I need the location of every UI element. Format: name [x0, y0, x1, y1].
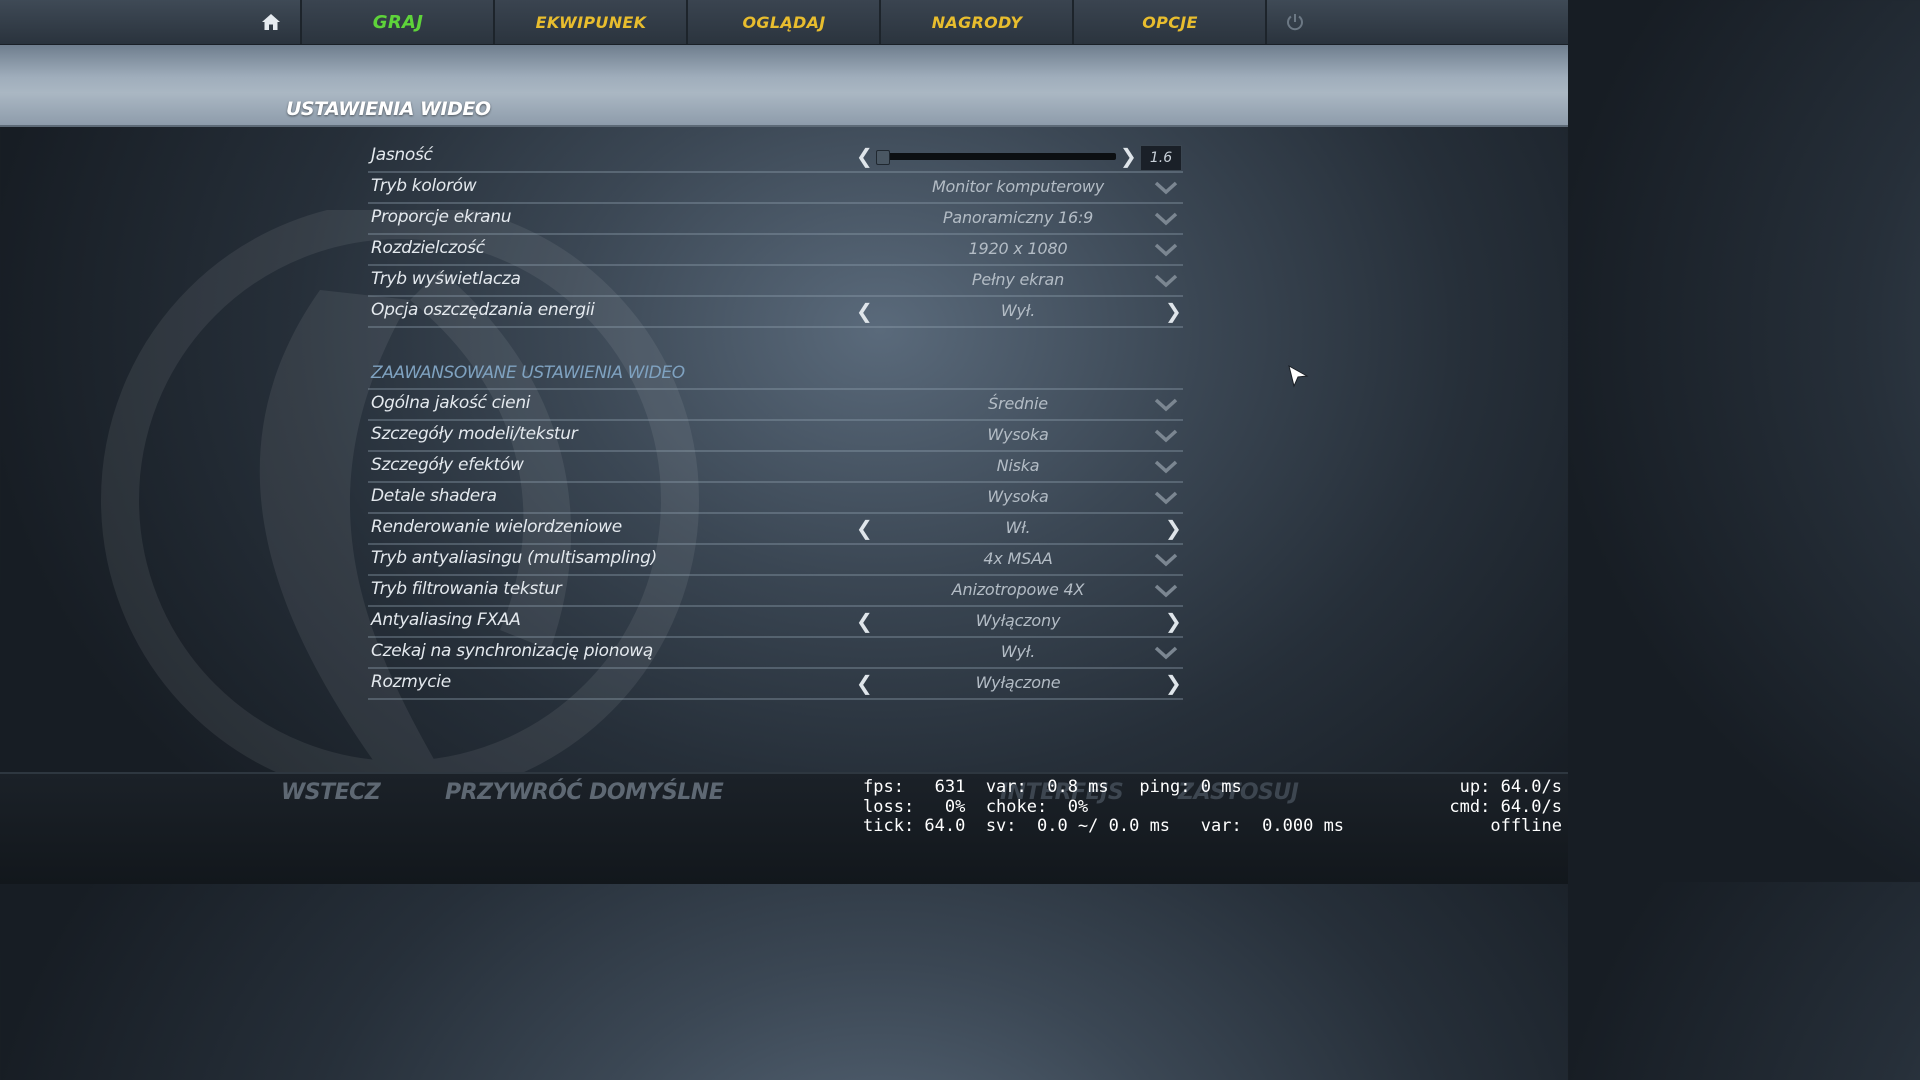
- chevron-left-icon[interactable]: ❮: [856, 609, 873, 633]
- setting-color-mode[interactable]: Tryb kolorów Monitor komputerowy: [368, 173, 1183, 204]
- power-button[interactable]: [1265, 0, 1323, 44]
- setting-label: Rozmycie: [371, 672, 451, 692]
- setting-label: Renderowanie wielordzeniowe: [371, 517, 622, 537]
- power-icon: [1287, 14, 1303, 31]
- chevron-down-icon[interactable]: [1154, 274, 1178, 288]
- netgraph-line: up: 64.0/s: [1459, 777, 1562, 797]
- page-title: USTAWIENIA WIDEO: [286, 98, 491, 120]
- netgraph-line: cmd: 64.0/s: [1449, 796, 1562, 817]
- tab-awards[interactable]: NAGRODY: [879, 0, 1073, 44]
- chevron-right-icon[interactable]: ❯: [1165, 299, 1182, 323]
- setting-value: Panoramiczny 16:9: [942, 208, 1094, 227]
- setting-value: Pełny ekran: [971, 270, 1065, 289]
- setting-value: Wył.: [1000, 301, 1036, 320]
- chevron-left-icon[interactable]: ❮: [856, 671, 873, 695]
- chevron-down-icon[interactable]: [1154, 584, 1178, 598]
- setting-motion-blur: Rozmycie ❮ Wyłączone ❯: [368, 669, 1183, 700]
- setting-label: Tryb antyaliasingu (multisampling): [371, 548, 657, 568]
- chevron-down-icon[interactable]: [1154, 460, 1178, 474]
- top-navigation: GRAJ EKWIPUNEK OGLĄDAJ NAGRODY OPCJE: [0, 0, 1568, 45]
- setting-label: Proporcje ekranu: [371, 207, 512, 227]
- setting-vsync[interactable]: Czekaj na synchronizację pionową Wył.: [368, 638, 1183, 669]
- home-button[interactable]: [242, 0, 300, 44]
- setting-value: Wysoka: [987, 425, 1049, 444]
- netgraph-rates: up: 64.0/s cmd: 64.0/s offline: [1380, 777, 1562, 837]
- chevron-down-icon[interactable]: [1154, 646, 1178, 660]
- setting-label: Szczegóły efektów: [371, 455, 524, 475]
- setting-texture-filtering[interactable]: Tryb filtrowania tekstur Anizotropowe 4X: [368, 576, 1183, 607]
- chevron-right-icon[interactable]: ❯: [1165, 671, 1182, 695]
- netgraph-stats: fps: 631 var: 0.8 ms ping: 0 ms loss: 0% …: [863, 777, 1345, 837]
- setting-value: Średnie: [988, 394, 1048, 413]
- setting-value: 4x MSAA: [983, 549, 1053, 568]
- setting-resolution[interactable]: Rozdzielczość 1920 x 1080: [368, 235, 1183, 266]
- chevron-down-icon[interactable]: [1154, 553, 1178, 567]
- chevron-down-icon[interactable]: [1154, 212, 1178, 226]
- setting-brightness: Jasność ❮ ❯ 1.6: [368, 142, 1183, 173]
- tab-inventory[interactable]: EKWIPUNEK: [493, 0, 687, 44]
- setting-label: Jasność: [371, 145, 433, 165]
- setting-value: Wł.: [1005, 518, 1031, 537]
- setting-label: Szczegóły modeli/tekstur: [371, 424, 578, 444]
- setting-value: Niska: [996, 456, 1040, 475]
- brightness-decrease-arrow[interactable]: ❮: [856, 144, 873, 168]
- chevron-left-icon[interactable]: ❮: [856, 516, 873, 540]
- restore-defaults-button[interactable]: PRZYWRÓĆ DOMYŚLNE: [445, 780, 724, 805]
- tab-options[interactable]: OPCJE: [1072, 0, 1266, 44]
- setting-value: Wysoka: [987, 487, 1049, 506]
- setting-value: Wyłączony: [975, 611, 1061, 630]
- setting-label: Czekaj na synchronizację pionową: [371, 641, 654, 661]
- chevron-right-icon[interactable]: ❯: [1165, 516, 1182, 540]
- setting-shadow-quality[interactable]: Ogólna jakość cieni Średnie: [368, 390, 1183, 421]
- brightness-increase-arrow[interactable]: ❯: [1120, 144, 1137, 168]
- brightness-slider[interactable]: [876, 150, 1116, 165]
- tab-play[interactable]: GRAJ: [300, 0, 494, 44]
- setting-label: Ogólna jakość cieni: [371, 393, 531, 413]
- setting-label: Tryb filtrowania tekstur: [371, 579, 562, 599]
- setting-multicore-rendering: Renderowanie wielordzeniowe ❮ Wł. ❯: [368, 514, 1183, 545]
- mouse-cursor-icon: [1288, 365, 1309, 388]
- setting-power-saving: Opcja oszczędzania energii ❮ Wył. ❯: [368, 297, 1183, 328]
- netgraph-line: loss: 0% choke: 0%: [863, 796, 1089, 817]
- setting-label: Tryb kolorów: [371, 176, 477, 196]
- netgraph-line: fps: 631 var: 0.8 ms ping: 0 ms: [863, 777, 1242, 797]
- setting-fxaa: Antyaliasing FXAA ❮ Wyłączony ❯: [368, 607, 1183, 638]
- netgraph-line: offline: [1490, 816, 1562, 836]
- chevron-down-icon[interactable]: [1154, 491, 1178, 505]
- setting-label: Antyaliasing FXAA: [371, 610, 521, 630]
- setting-shader-detail[interactable]: Detale shadera Wysoka: [368, 483, 1183, 514]
- brightness-value-field[interactable]: 1.6: [1140, 145, 1182, 171]
- setting-display-mode[interactable]: Tryb wyświetlacza Pełny ekran: [368, 266, 1183, 297]
- chevron-down-icon[interactable]: [1154, 398, 1178, 412]
- setting-value: 1920 x 1080: [968, 239, 1068, 258]
- header-band: [0, 45, 1568, 127]
- chevron-down-icon[interactable]: [1154, 181, 1178, 195]
- setting-value: Monitor komputerowy: [931, 177, 1105, 196]
- netgraph-line: tick: 64.0 sv: 0.0 ~/ 0.0 ms var: 0.000 …: [863, 816, 1345, 836]
- setting-model-texture-detail[interactable]: Szczegóły modeli/tekstur Wysoka: [368, 421, 1183, 452]
- setting-effect-detail[interactable]: Szczegóły efektów Niska: [368, 452, 1183, 483]
- setting-value: Wył.: [1000, 642, 1036, 661]
- setting-aspect-ratio[interactable]: Proporcje ekranu Panoramiczny 16:9: [368, 204, 1183, 235]
- chevron-left-icon[interactable]: ❮: [856, 299, 873, 323]
- chevron-down-icon[interactable]: [1154, 429, 1178, 443]
- slider-thumb[interactable]: [876, 150, 890, 165]
- home-icon: [262, 14, 280, 30]
- setting-label: Tryb wyświetlacza: [371, 269, 521, 289]
- setting-value: Anizotropowe 4X: [951, 580, 1085, 599]
- chevron-right-icon[interactable]: ❯: [1165, 609, 1182, 633]
- setting-msaa[interactable]: Tryb antyaliasingu (multisampling) 4x MS…: [368, 545, 1183, 576]
- tab-watch[interactable]: OGLĄDAJ: [686, 0, 880, 44]
- setting-label: Detale shadera: [371, 486, 497, 506]
- setting-label: Rozdzielczość: [371, 238, 485, 258]
- setting-label: Opcja oszczędzania energii: [371, 300, 595, 320]
- back-button[interactable]: WSTECZ: [281, 780, 381, 805]
- video-settings-list: Jasność ❮ ❯ 1.6 Tryb kolorów Monitor kom…: [368, 142, 1183, 700]
- chevron-down-icon[interactable]: [1154, 243, 1178, 257]
- advanced-section-heading: ZAAWANSOWANE USTAWIENIA WIDEO: [368, 359, 1183, 390]
- setting-value: Wyłączone: [975, 673, 1061, 692]
